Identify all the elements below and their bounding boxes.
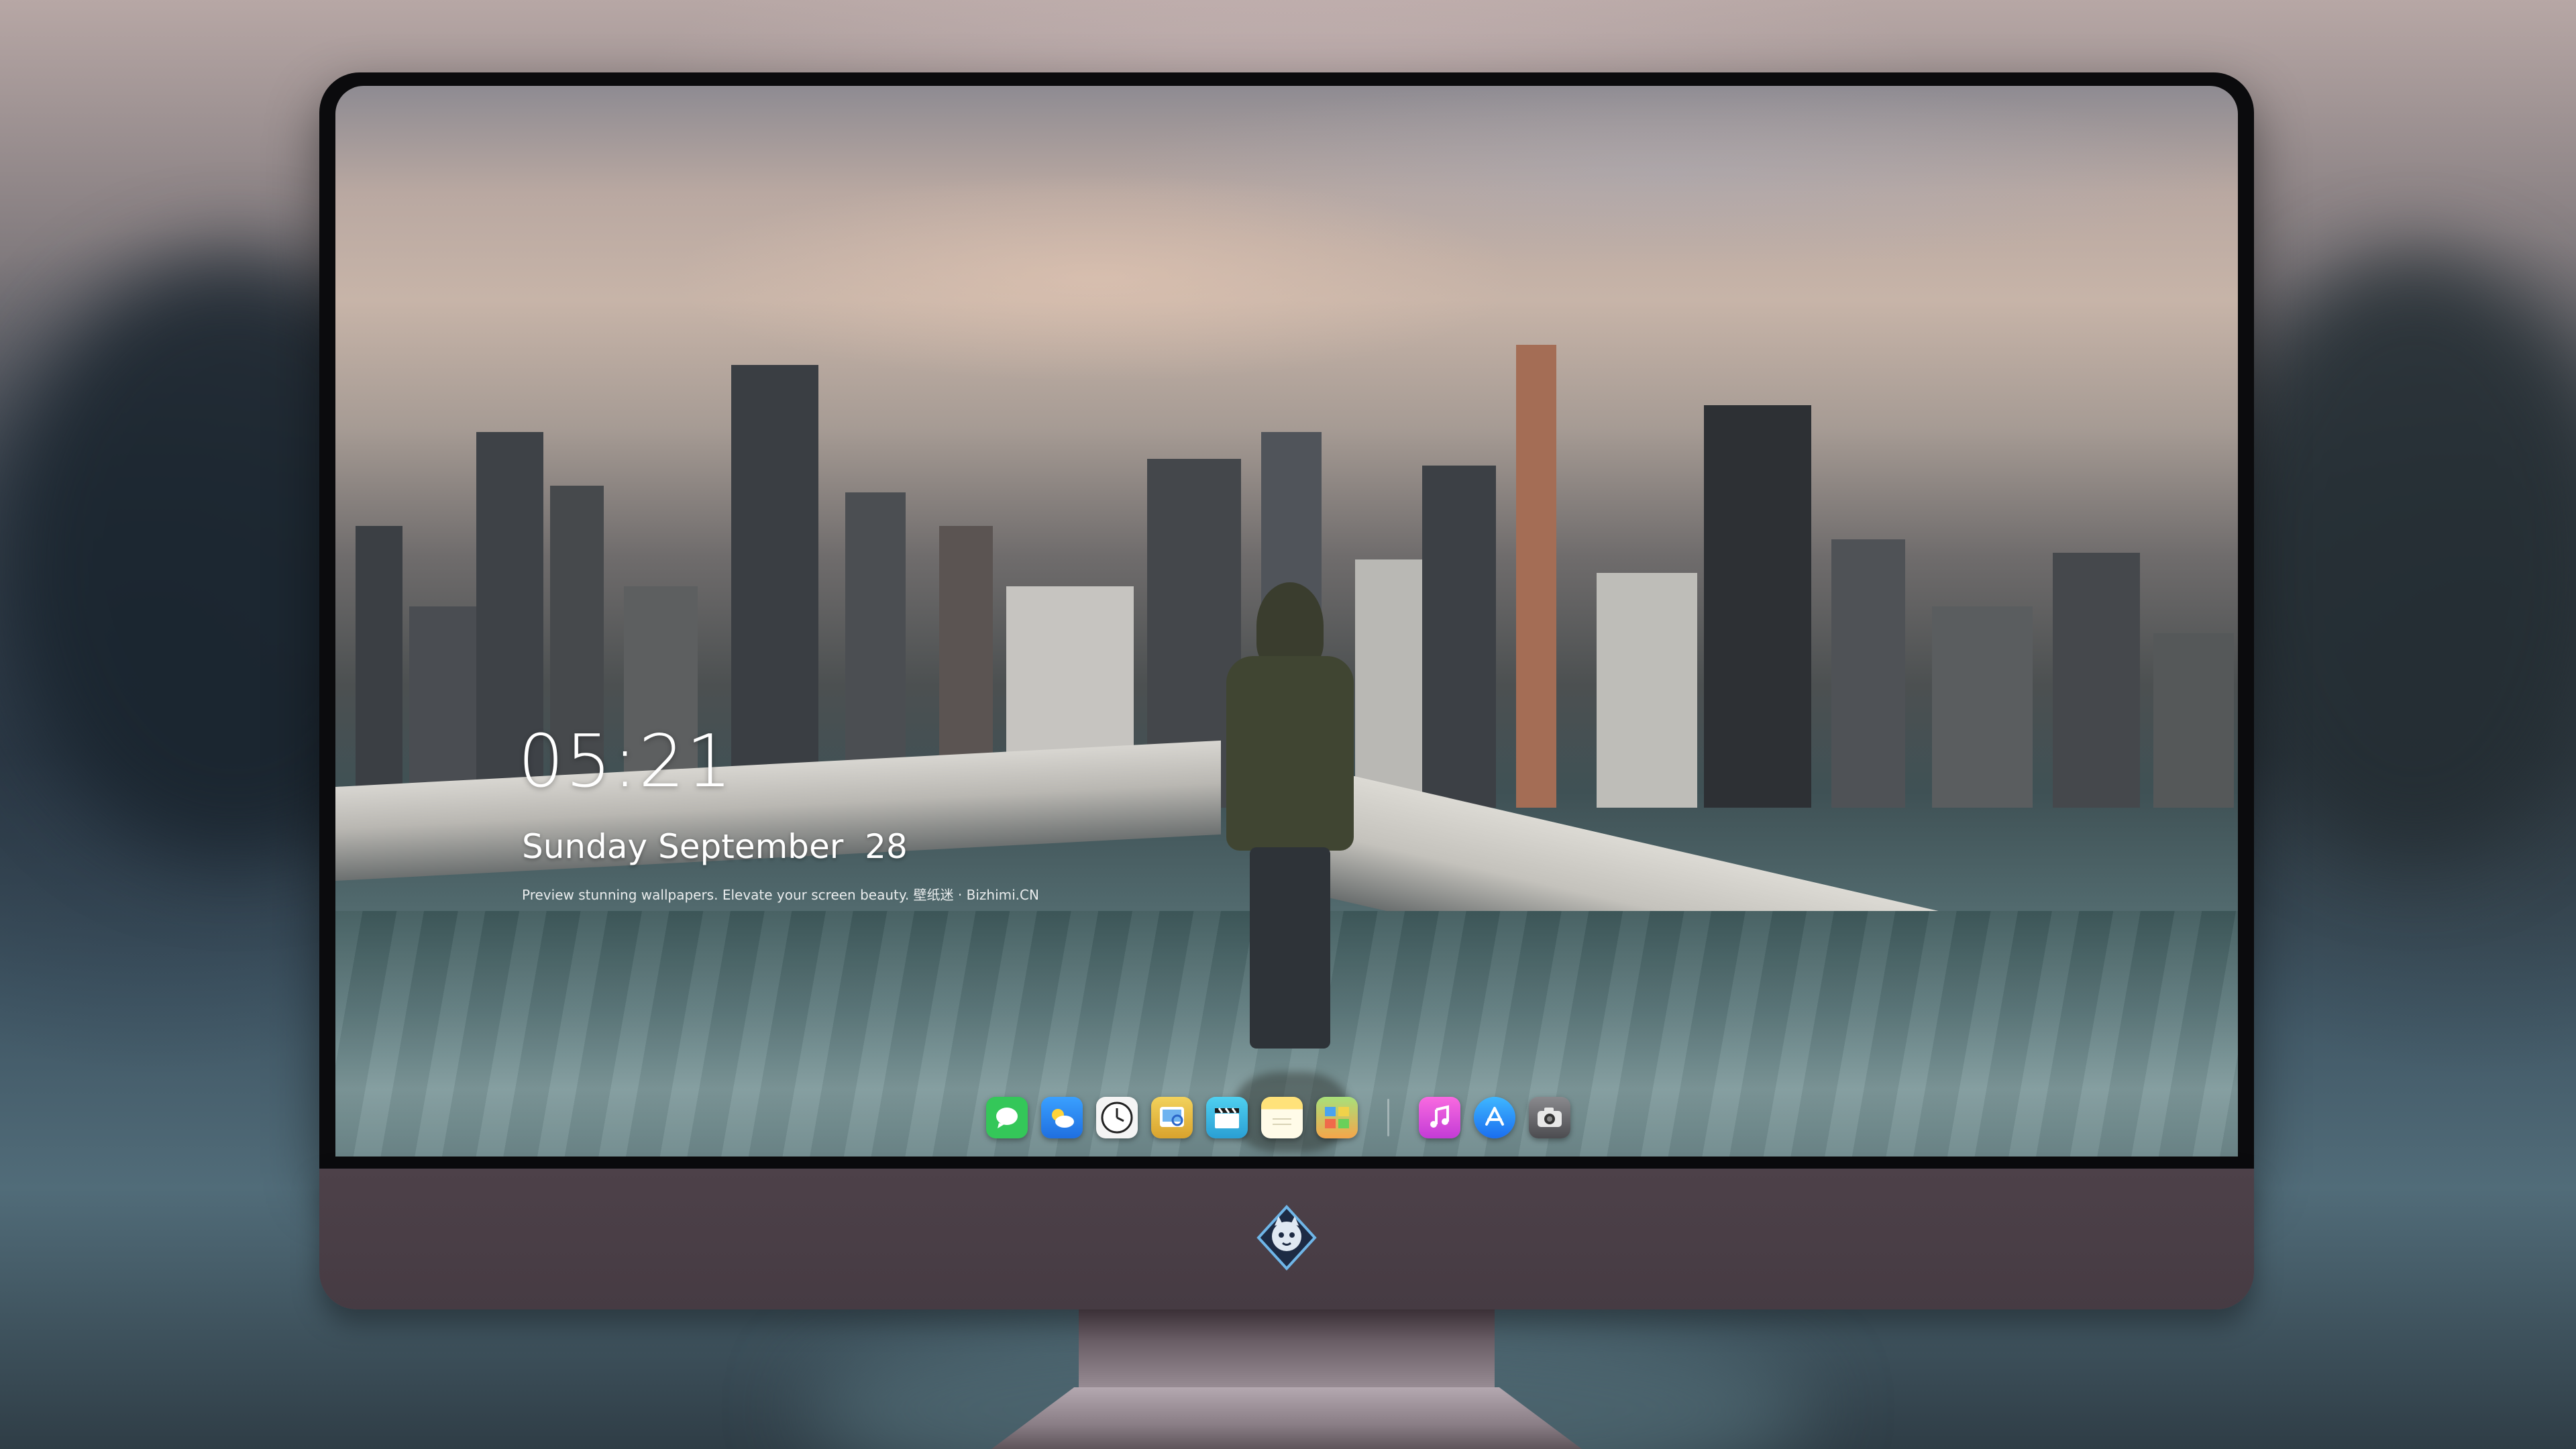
person-legs [1250,847,1330,1049]
building [2053,553,2140,808]
monitor-stand-base [991,1387,1582,1449]
dock [986,1091,1570,1144]
background-shadow-right [2214,255,2576,859]
monitor-stand-neck [1079,1309,1495,1390]
building [1704,405,1811,808]
app-store-icon[interactable] [1474,1097,1515,1138]
tower [1516,345,1556,808]
dock-separator [1387,1099,1389,1136]
building [1597,573,1697,808]
wallpaper-caption: Preview stunning wallpapers. Elevate you… [522,887,1039,903]
video-clapper-icon[interactable] [1206,1097,1248,1138]
photo-gallery-icon[interactable] [1316,1097,1358,1138]
lock-screen-date: Sunday September 28 [522,827,908,866]
building [1932,606,2033,808]
clock-icon[interactable] [1096,1097,1138,1138]
brand-logo-icon [1253,1204,1320,1271]
preview-icon[interactable] [1151,1097,1193,1138]
building [731,365,818,808]
camera-icon[interactable] [1529,1097,1570,1138]
weather-icon[interactable] [1041,1097,1083,1138]
building [356,526,402,808]
monitor-screen: 05:21 Sunday September 28 Preview stunni… [335,86,2238,1157]
building [2153,633,2234,808]
person-body [1226,656,1354,851]
notes-icon[interactable] [1261,1097,1303,1138]
building [1831,539,1905,808]
lock-screen-clock: 05:21 [518,720,734,804]
music-icon[interactable] [1419,1097,1460,1138]
person-figure [1220,582,1360,1079]
messages-icon[interactable] [986,1097,1028,1138]
building [1422,466,1496,808]
